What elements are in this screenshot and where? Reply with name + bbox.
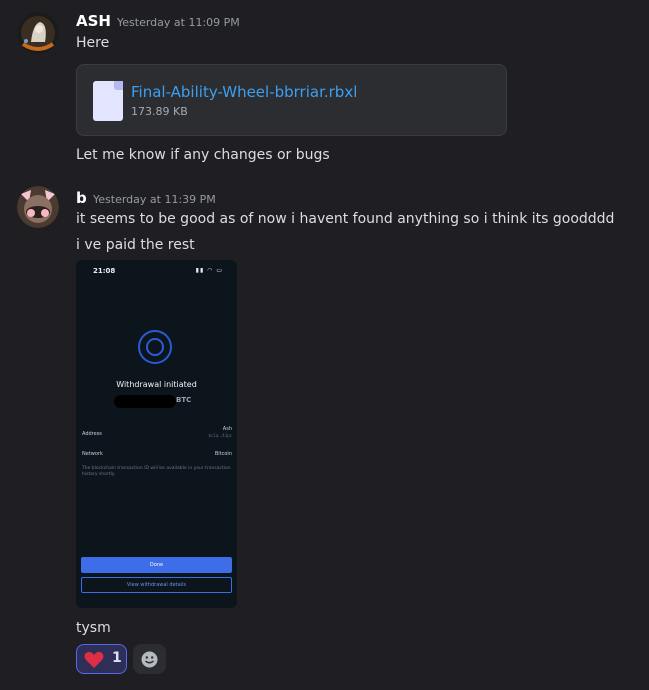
message-text: Let me know if any changes or bugs: [76, 147, 330, 163]
file-icon: [93, 81, 123, 121]
author-name[interactable]: ASH: [76, 12, 111, 30]
phone-time: 21:08: [93, 267, 116, 275]
processing-inner-ring: [146, 338, 164, 356]
transaction-note: The blockchain transaction ID will be av…: [82, 466, 231, 477]
address-value: Ash: [222, 426, 232, 432]
done-button: Done: [81, 557, 232, 573]
timestamp: Yesterday at 11:39 PM: [93, 193, 216, 206]
message-text: Here: [76, 35, 110, 51]
timestamp: Yesterday at 11:09 PM: [117, 16, 240, 29]
file-download-link[interactable]: Final-Ability-Wheel-bbrriar.rbxl: [131, 83, 357, 101]
address-label: Address: [82, 431, 102, 437]
smiley-icon: [141, 651, 158, 672]
amount-unit: BTC: [176, 396, 192, 404]
image-attachment[interactable]: 21:08 ▮▮ ◠ ▭ Withdrawal initiated BTC Ad…: [76, 260, 237, 608]
file-attachment: Final-Ability-Wheel-bbrriar.rbxl 173.89 …: [76, 64, 507, 136]
file-size: 173.89 KB: [131, 105, 188, 118]
redacted-amount: [114, 395, 176, 408]
message-text: it seems to be good as of now i havent f…: [76, 211, 615, 227]
signal-wifi-battery-icon: ▮▮ ◠ ▭: [195, 267, 223, 274]
avatar-b[interactable]: [17, 186, 59, 228]
withdrawal-title: Withdrawal initiated: [116, 380, 197, 389]
reaction-count: 1: [112, 650, 122, 666]
network-label: Network: [82, 451, 103, 457]
author-name[interactable]: b: [76, 189, 87, 207]
heart-icon: [84, 651, 104, 673]
message-text: i ve paid the rest: [76, 237, 195, 253]
message-text: tysm: [76, 620, 111, 636]
add-reaction-button[interactable]: [133, 644, 166, 674]
view-details-button: View withdrawal details: [81, 577, 232, 593]
reaction-heart[interactable]: 1: [76, 644, 127, 674]
avatar-ash[interactable]: [17, 12, 59, 54]
address-sub: bc1q...43pc: [208, 433, 232, 438]
network-value: Bitcoin: [214, 451, 232, 457]
